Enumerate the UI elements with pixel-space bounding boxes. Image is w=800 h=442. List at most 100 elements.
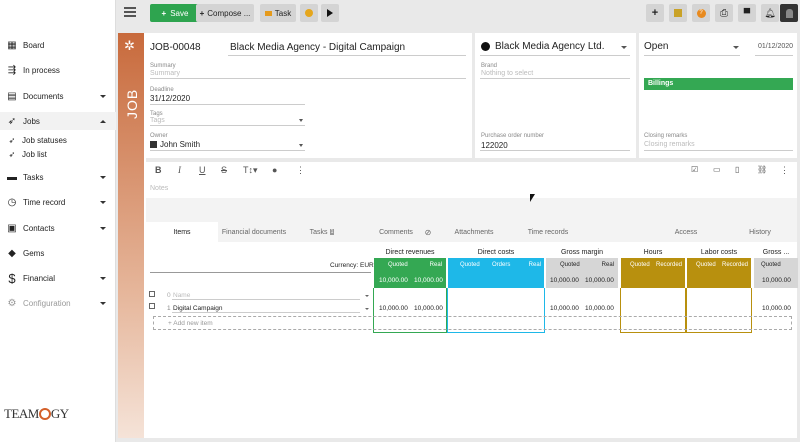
print-button[interactable]: ⎙ (715, 4, 733, 22)
tags-input[interactable]: Tags (150, 117, 165, 124)
summary-label: Summary (150, 63, 176, 69)
revenue-quoted-cell[interactable]: 10,000.00 (379, 305, 408, 312)
image-icon[interactable]: ▭ (713, 165, 721, 174)
tab-history[interactable]: History (738, 222, 782, 242)
chevron-down-icon[interactable] (621, 46, 627, 49)
title-underline (228, 55, 466, 56)
flow-icon: ⇶ (7, 64, 17, 76)
color-icon[interactable]: ● (272, 165, 277, 175)
item-name-input[interactable]: Digital Campaign (173, 305, 223, 312)
column-divider (472, 33, 475, 158)
bell-icon: 🔔︎ (764, 7, 776, 18)
save-button[interactable]: + Save (150, 4, 200, 22)
closing-remarks-label: Closing remarks (644, 133, 688, 139)
underline-button[interactable]: U (199, 165, 206, 175)
chat-button[interactable]: ▀ (738, 4, 756, 22)
row-checkbox[interactable] (149, 303, 155, 309)
tab-comments[interactable]: Comments (372, 222, 420, 242)
gm-real-cell: 10,000.00 (585, 305, 614, 312)
sidebar-item-time-record[interactable]: ◷ Time record (0, 193, 116, 211)
tab-time-records[interactable]: Time records (520, 222, 576, 242)
group-direct-revenues: Direct revenues (385, 249, 435, 256)
text-size-button[interactable]: T↕▾ (243, 165, 258, 176)
chevron-down-icon[interactable] (299, 144, 303, 147)
add-button[interactable]: + (646, 4, 664, 22)
company-underline (480, 55, 630, 56)
group-hours: Hours (643, 249, 663, 256)
status-select[interactable]: Open (644, 41, 668, 52)
avatar[interactable] (780, 4, 798, 22)
row-checkbox[interactable] (149, 291, 155, 297)
file-icon[interactable]: ▯ (735, 165, 739, 174)
more-icon[interactable]: ⋮ (296, 165, 305, 176)
name-underline (172, 312, 360, 313)
chevron-down-icon[interactable] (365, 308, 369, 310)
sidebar-item-in-process[interactable]: ⇶ In process (0, 61, 116, 79)
task-icon (264, 10, 272, 16)
chevron-down-icon[interactable] (365, 295, 369, 297)
row-index: 0 (167, 292, 171, 299)
sidebar-item-tasks[interactable]: ▬ Tasks (0, 168, 116, 186)
billings-bar[interactable]: Billings (644, 78, 793, 90)
add-item-button[interactable]: + Add new item (168, 320, 213, 327)
sidebar-item-documents[interactable]: ▤ Documents (0, 87, 116, 105)
tab-tasks[interactable]: Tasks 1 (302, 222, 342, 242)
labor-totals (687, 271, 751, 288)
hamburger-menu-icon[interactable] (124, 7, 136, 17)
hidden-icon[interactable]: ⊘ (422, 222, 434, 242)
deadline-input[interactable]: 31/12/2020 (150, 94, 190, 103)
company-logo-icon (481, 42, 490, 51)
tab-financial-documents[interactable]: Financial documents (218, 222, 290, 242)
editor-footer (146, 198, 797, 222)
notes-button[interactable] (669, 4, 687, 22)
brand-select[interactable]: Nothing to select (481, 70, 533, 77)
add-item-row[interactable] (153, 316, 792, 330)
bold-button[interactable]: B (155, 165, 162, 175)
notes-input[interactable]: Notes (150, 185, 168, 192)
tab-access[interactable]: Access (664, 222, 708, 242)
gem-icon: ◆ (8, 247, 16, 259)
strikethrough-button[interactable]: S (221, 165, 227, 175)
revenue-subheader: Quoted Real (374, 258, 446, 271)
sidebar-item-jobs[interactable]: ➶ Jobs (0, 112, 116, 130)
sidebar-item-board[interactable]: ▦ Board (0, 36, 116, 54)
link-icon[interactable]: ⛓ (757, 165, 767, 174)
timer-button[interactable] (300, 4, 318, 22)
sidebar-item-contacts[interactable]: ▣ Contacts (0, 219, 116, 237)
tags-underline (150, 125, 305, 126)
po-input[interactable]: 122020 (481, 141, 508, 150)
hours-totals (621, 271, 685, 288)
owner-select[interactable]: John Smith (160, 140, 200, 149)
job-side-label: JOB (124, 88, 140, 119)
italic-button[interactable]: I (178, 165, 181, 175)
brand-underline (480, 78, 630, 79)
logo: TEAM GY (4, 406, 69, 421)
chevron-up-icon (100, 119, 106, 123)
rocket-icon: ➶ (7, 115, 17, 127)
company-select[interactable]: Black Media Agency Ltd. (495, 41, 605, 52)
play-button[interactable] (321, 4, 339, 22)
summary-input[interactable]: Summary (150, 70, 180, 77)
checkbox-icon[interactable]: ☑ (691, 165, 698, 174)
rocket-icon: ✲ (124, 38, 135, 53)
closing-remarks-input[interactable]: Closing remarks (644, 141, 695, 148)
tab-items[interactable]: Items (146, 222, 218, 242)
sidebar-item-gems[interactable]: ◆ Gems (0, 244, 116, 262)
tab-attachments[interactable]: Attachments (448, 222, 500, 242)
notifications-button[interactable]: 🔔︎ (761, 4, 779, 22)
item-name-input[interactable]: Name (173, 292, 190, 299)
sidebar-item-job-statuses[interactable]: ➶ Job statuses (0, 134, 116, 147)
user-avatar-icon (785, 8, 793, 18)
chevron-down-icon[interactable] (733, 46, 739, 49)
compose-button[interactable]: + Compose ... (196, 4, 254, 22)
sidebar-item-job-list[interactable]: ➶ Job list (0, 148, 116, 161)
total-gm-quoted: 10,000.00 (550, 277, 579, 284)
chevron-down-icon[interactable] (299, 119, 303, 122)
more-icon[interactable]: ⋮ (780, 165, 789, 176)
job-title-input[interactable]: Black Media Agency - Digital Campaign (230, 42, 405, 53)
task-button[interactable]: Task (260, 4, 296, 22)
closing-underline (644, 150, 793, 151)
sidebar-item-configuration[interactable]: ⚙ Configuration (0, 294, 116, 312)
help-button[interactable]: ? (692, 4, 710, 22)
sidebar-item-financial[interactable]: $ Financial (0, 269, 116, 287)
